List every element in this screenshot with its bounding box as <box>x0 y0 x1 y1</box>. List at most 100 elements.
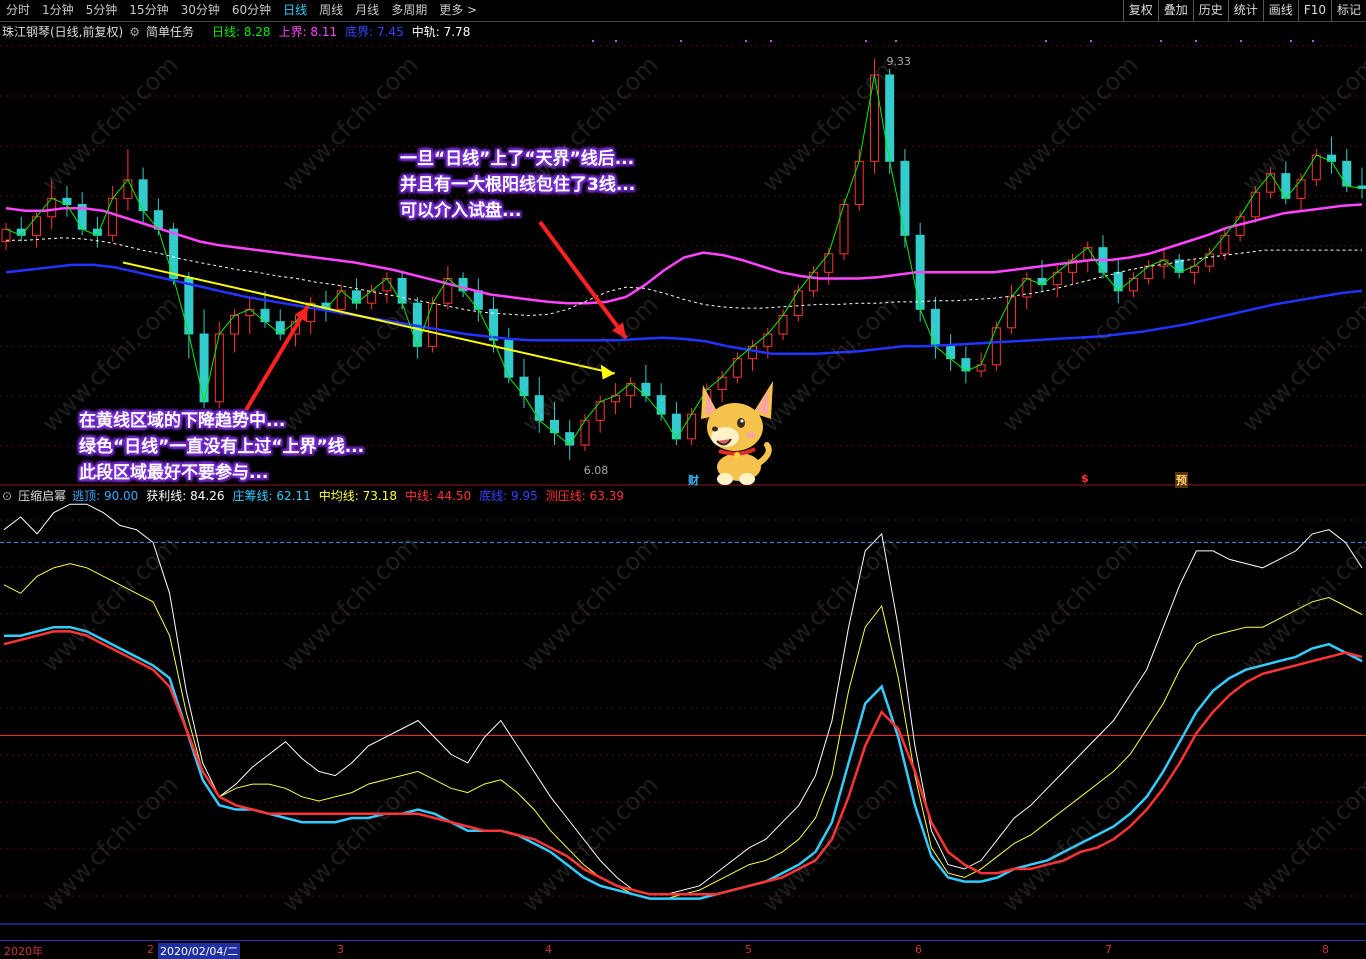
signal-dot <box>1290 40 1292 42</box>
legend-item: 庄筹线: 62.11 <box>233 487 311 504</box>
legend-label: 中线: <box>404 489 433 503</box>
axis-month-label: 3 <box>337 943 344 956</box>
legend-item: 测压线: 63.39 <box>546 487 624 504</box>
period-tab[interactable]: 60分钟 <box>226 0 277 21</box>
signal-dot <box>1160 40 1162 42</box>
legend-label: 底界: <box>345 25 374 39</box>
axis-month-label: 7 <box>1105 943 1112 956</box>
period-tab[interactable]: 1分钟 <box>36 0 80 21</box>
signal-dot <box>770 40 772 42</box>
legend-label: 日线: <box>211 25 241 39</box>
period-tab[interactable]: 30分钟 <box>175 0 226 21</box>
tool-button[interactable]: F10 <box>1297 0 1331 21</box>
price-panel-header: 珠江钢琴(日线,前复权) ⚙ 简单任务 日线: 8.28 上界: 8.11 底界: … <box>2 23 470 40</box>
signal-dot <box>865 40 867 42</box>
legend-value: 62.11 <box>272 489 311 503</box>
legend-label: 中均线: <box>318 489 359 503</box>
event-marker-forecast[interactable]: 预 <box>1175 472 1188 488</box>
indicator-title[interactable]: 压缩启幂 <box>18 487 66 504</box>
callout-entry-line: 可以介入试盘... <box>400 201 522 221</box>
signal-dot <box>1045 40 1047 42</box>
stock-title: 珠江钢琴(日线,前复权) <box>2 25 124 39</box>
tool-button[interactable]: 画线 <box>1262 0 1298 21</box>
callout-entry-line: 并且有一大根阳线包住了3线... <box>400 175 636 195</box>
axis-month-label: 8 <box>1322 943 1329 956</box>
tool-button[interactable]: 复权 <box>1122 0 1158 21</box>
settings-gear-icon[interactable]: ⚙ <box>129 25 140 39</box>
legend-label: 测压线: <box>545 489 586 503</box>
callout-downtrend-line: 绿色“日线”一直没有上过“上界”线... <box>79 437 365 457</box>
candle-body <box>885 74 895 162</box>
puppy-mascot-icon <box>701 381 773 485</box>
daily-close-line <box>5 74 1363 446</box>
period-tab[interactable]: 分时 <box>0 0 36 21</box>
tool-button[interactable]: 统计 <box>1227 0 1263 21</box>
period-tab[interactable]: 月线 <box>349 0 385 21</box>
indicator-panel-header: ⊙ 压缩启幂 逃顶: 90.00 获利线: 84.26 庄筹线: 62.11 中均线:… <box>2 487 624 504</box>
tool-button[interactable]: 标记 <box>1330 0 1366 21</box>
axis-year-label: 2020年 <box>4 945 43 958</box>
legend-value: 73.18 <box>358 489 397 503</box>
price-high-label: 9.33 <box>886 55 911 68</box>
period-tab[interactable]: 日线 <box>277 0 313 21</box>
collapse-icon[interactable]: ⊙ <box>2 489 12 503</box>
legend-label: 上界: <box>278 25 307 39</box>
legend-value: 63.39 <box>585 489 624 503</box>
legend-label: 获利线: <box>146 489 187 503</box>
legend-value: 90.00 <box>100 489 139 503</box>
legend-label: 逃顶: <box>72 489 101 503</box>
signal-dot <box>1195 40 1197 42</box>
period-tab[interactable]: 周线 <box>313 0 349 21</box>
signal-dot <box>745 40 747 42</box>
legend-item: 获利线: 84.26 <box>146 487 224 504</box>
period-tab[interactable]: 15分钟 <box>123 0 174 21</box>
axis-selected-date: 2020/02/04/二 <box>158 943 241 959</box>
legend-value: 8.11 <box>306 25 338 39</box>
signal-dot <box>680 40 682 42</box>
signal-dot <box>592 40 594 42</box>
callout-arrow-entry <box>538 220 628 340</box>
legend-label: 中轨: <box>411 25 440 39</box>
tool-buttons: 复权 叠加 历史 统计 画线 F10 标记 <box>1122 0 1366 21</box>
callout-downtrend: 在黄线区域的下降趋势中... 绿色“日线”一直没有上过“上界”线... 此段区域… <box>79 408 364 486</box>
indicator-line <box>4 625 1363 900</box>
legend-item: 中均线: 73.18 <box>319 487 397 504</box>
signal-dot <box>615 40 617 42</box>
legend-value: 7.78 <box>439 25 471 39</box>
axis-month-label: 4 <box>545 943 552 956</box>
event-marker-dollar[interactable]: $ <box>1081 472 1089 485</box>
task-label[interactable]: 简单任务 <box>146 23 194 40</box>
callout-entry-line: 一旦“日线”上了“天界”线后... <box>400 149 635 169</box>
period-tab[interactable]: 更多 > <box>433 0 483 21</box>
legend-value: 8.28 <box>240 25 271 39</box>
legend-item: 中轨: 7.78 <box>412 23 471 40</box>
tool-button[interactable]: 历史 <box>1192 0 1228 21</box>
downtrend-line <box>122 261 615 375</box>
legend-value: 84.26 <box>186 489 225 503</box>
legend-value: 9.95 <box>507 489 538 503</box>
signal-dot <box>1090 40 1092 42</box>
axis-month-label: 2 <box>147 943 154 956</box>
candle-body <box>839 204 849 255</box>
axis-month-label: 6 <box>915 943 922 956</box>
legend-item: 底线: 9.95 <box>479 487 538 504</box>
indicator-line <box>3 630 1363 896</box>
period-tab[interactable]: 5分钟 <box>80 0 124 21</box>
legend-item: 日线: 8.28 <box>212 23 271 40</box>
signal-dot <box>1240 40 1242 42</box>
legend-label: 庄筹线: <box>232 489 273 503</box>
candle-body <box>1 228 11 243</box>
date-axis: 2020年 2020/02/04/二 2 3 4 5 6 7 8 <box>0 940 1366 959</box>
period-tabs: 分时 1分钟 5分钟 15分钟 30分钟 60分钟 日线 周线 月线 多周期 更多 > <box>0 0 483 21</box>
legend-label: 底线: <box>479 489 508 503</box>
trend-arrowhead <box>600 364 615 380</box>
legend-item: 逃顶: 90.00 <box>72 487 138 504</box>
legend-item: 上界: 8.11 <box>279 23 338 40</box>
period-tab[interactable]: 多周期 <box>385 0 433 21</box>
indicator-line <box>3 503 1363 895</box>
legend-value: 44.50 <box>433 489 472 503</box>
lower-band-line <box>5 263 1363 355</box>
tool-button[interactable]: 叠加 <box>1157 0 1193 21</box>
legend-value: 7.45 <box>373 25 404 39</box>
event-marker-finance[interactable]: 财 <box>688 472 699 488</box>
